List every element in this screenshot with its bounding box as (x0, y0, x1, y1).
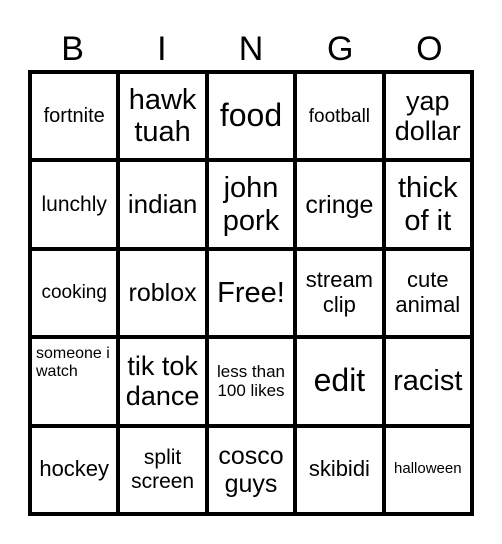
bingo-board: fortnite hawk tuah food football yap dollar l… (28, 70, 474, 516)
bingo-cell[interactable]: lunchly (30, 160, 119, 249)
bingo-cell[interactable]: edit (295, 337, 384, 426)
bingo-cell[interactable]: skibidi (295, 425, 384, 514)
bingo-header: B I N G O (28, 28, 474, 70)
bingo-cell[interactable]: less than 100 likes (206, 337, 296, 426)
bingo-cell[interactable]: cosco guys (206, 425, 296, 514)
bingo-cell[interactable]: someone i watch (30, 337, 119, 426)
bingo-cell[interactable]: football (295, 72, 384, 161)
bingo-cell[interactable]: yap dollar (383, 72, 472, 161)
bingo-cell[interactable]: hockey (30, 425, 119, 514)
bingo-cell[interactable]: halloween (383, 425, 472, 514)
bingo-cell[interactable]: racist (383, 337, 472, 426)
bingo-cell[interactable]: food (206, 72, 296, 161)
bingo-cell[interactable]: hawk tuah (118, 72, 207, 161)
bingo-cell[interactable]: cringe (295, 160, 384, 249)
bingo-cell[interactable]: fortnite (30, 72, 119, 161)
header-letter-g: G (326, 30, 354, 68)
header-letter-b: B (61, 30, 84, 68)
bingo-cell[interactable]: tik tok dance (118, 337, 207, 426)
bingo-cell[interactable]: stream clip (295, 248, 384, 338)
bingo-cell[interactable]: cute animal (383, 248, 472, 338)
header-letter-i: I (157, 30, 167, 68)
bingo-cell[interactable]: thick of it (383, 160, 472, 249)
bingo-cell[interactable]: split screen (118, 425, 207, 514)
bingo-cell[interactable]: cooking (30, 248, 119, 338)
header-letter-n: N (238, 30, 264, 68)
free-space-cell[interactable]: Free! (206, 248, 296, 338)
header-letter-o: O (416, 30, 443, 68)
bingo-cell[interactable]: roblox (118, 248, 207, 338)
bingo-cell[interactable]: john pork (206, 160, 296, 249)
bingo-cell[interactable]: indian (118, 160, 207, 249)
